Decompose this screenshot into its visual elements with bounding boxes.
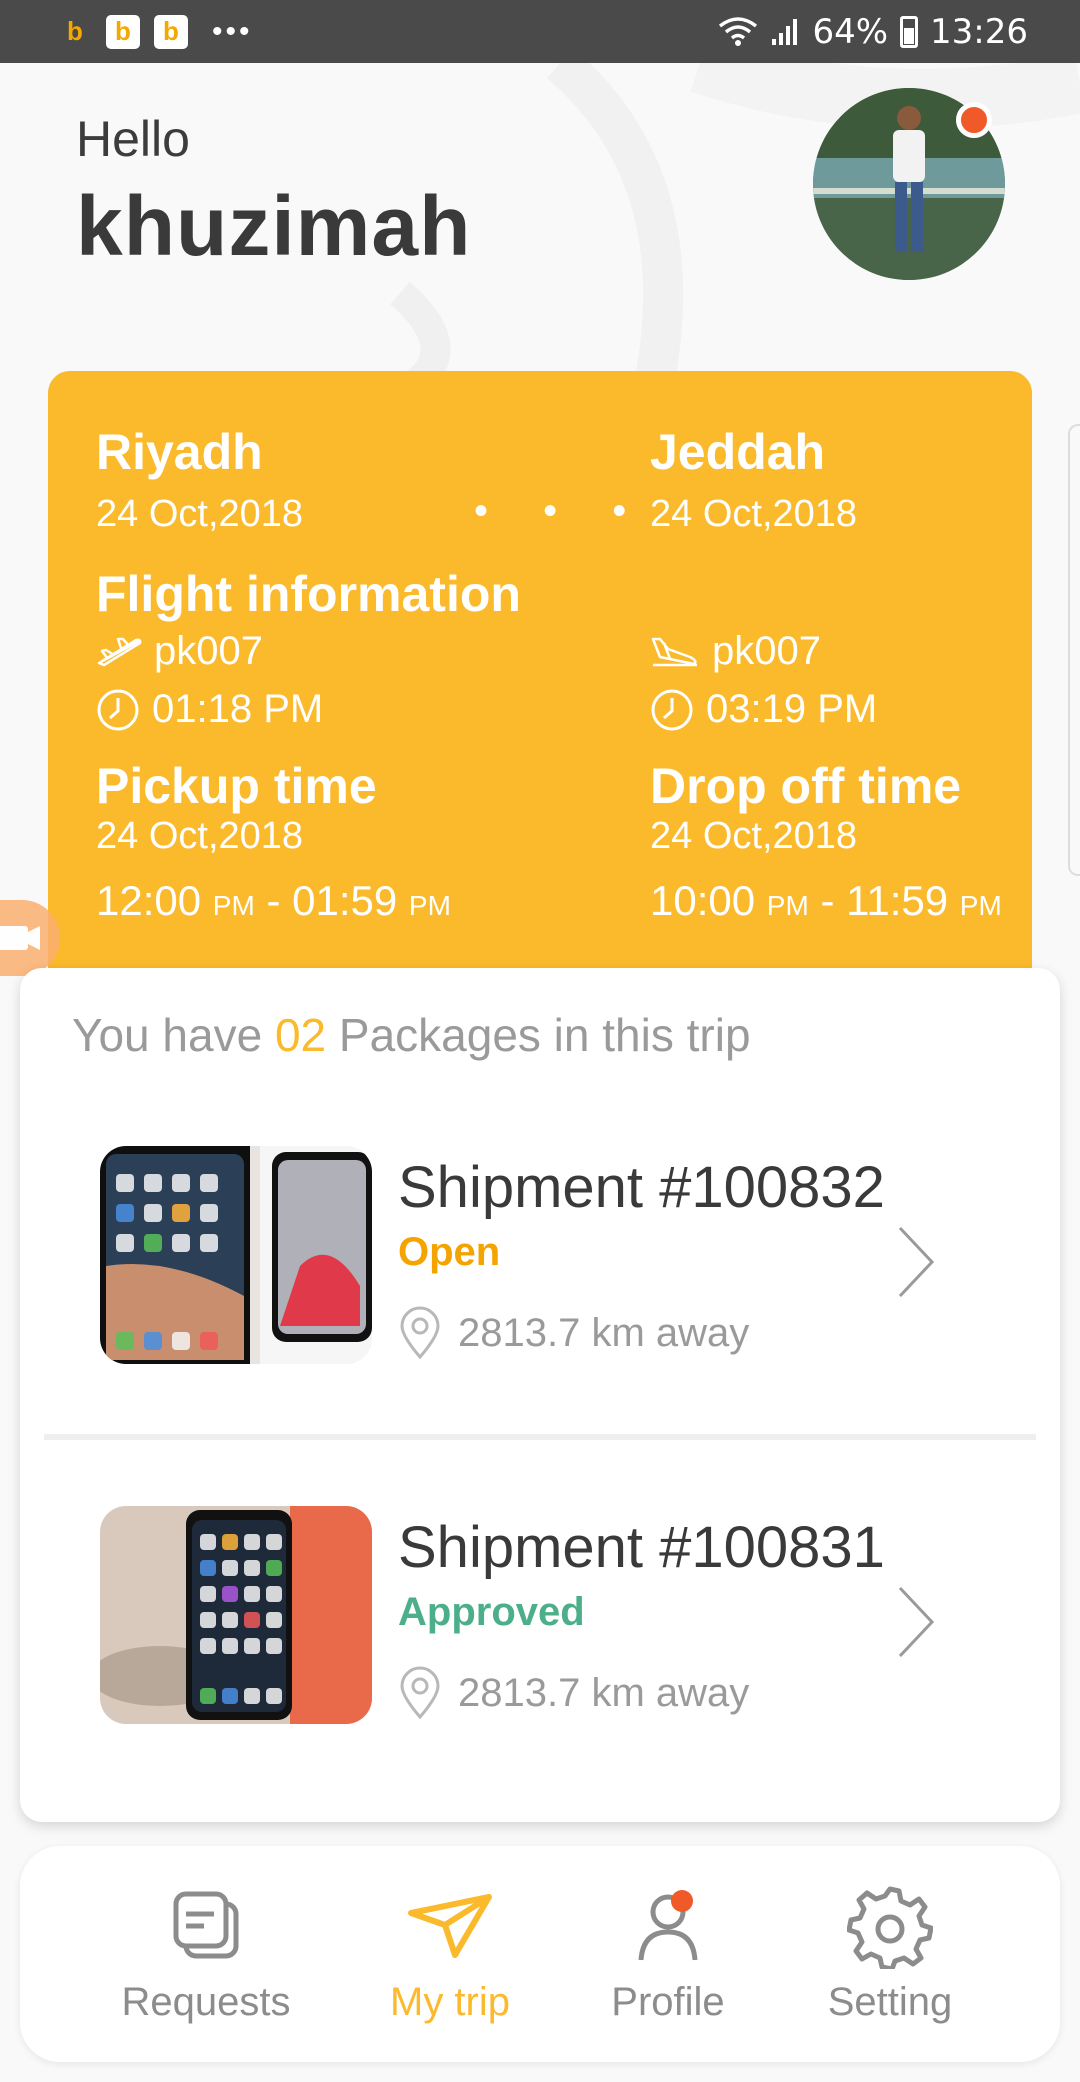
clock: 13:26 [930,11,1028,52]
nav-label: Setting [827,1980,953,2024]
dropoff-start-ampm: PM [766,890,809,921]
pickup-start: 12:00 [96,877,202,924]
package-count: 02 [274,1009,327,1061]
range-separator: - [808,877,847,924]
notification-icons: b b b ••• [58,14,253,49]
plane-takeoff-icon [97,637,142,666]
app-notification-icon: b [67,16,83,46]
battery-percent: 64% [812,11,889,52]
username-text: khuzimah [76,179,472,273]
dropoff-end-ampm: PM [959,890,1002,921]
divider [44,1434,1036,1440]
flight-number-text: pk007 [712,629,821,673]
notification-dot [956,102,992,138]
shipment-status: Approved [398,1590,585,1634]
shipment-thumbnail [100,1506,372,1724]
destination-city: Jeddah [650,424,826,480]
summary-prefix: You have [72,1009,263,1061]
nav-label: My trip [390,1980,510,2024]
origin-city: Riyadh [96,424,263,480]
range-separator: - [254,877,293,924]
chevron-right-icon[interactable] [890,1582,940,1662]
pickup-time-heading: Pickup time [96,758,377,814]
origin-date: 24 Oct,2018 [96,493,304,535]
pickup-end-ampm: PM [408,890,451,921]
app-notification-icon: b [106,14,140,49]
phone-product-image [100,1506,372,1724]
distance-text: 2813.7 km away [458,1310,750,1355]
route-dots: • • • [474,489,649,533]
requests-icon [173,1891,239,1959]
destination-flight-number: pk007 [650,629,821,674]
chevron-right-icon[interactable] [890,1222,940,1302]
flight-time-text: 01:18 PM [152,687,324,731]
summary-suffix: Packages in this trip [338,1009,751,1061]
destination-date: 24 Oct,2018 [650,493,858,535]
greeting-text: Hello [76,111,190,167]
packages-summary: You have 02 Packages in this trip [72,1008,751,1062]
pickup-start-ampm: PM [212,890,255,921]
wifi-icon [719,16,758,46]
dropoff-time-heading: Drop off time [650,758,962,814]
dropoff-start: 10:00 [650,877,756,924]
system-status: 64% 13:26 [718,12,1028,52]
app-notification-icon: b [154,14,188,49]
status-bar: b b b ••• 64% 13:26 [0,0,1080,63]
video-camera-icon [0,926,40,950]
origin-flight-number: pk007 [96,629,263,674]
flight-info-heading: Flight information [96,566,521,622]
pickup-time-range: 12:00 PM - 01:59 PM [96,877,451,925]
battery-icon [900,15,919,48]
signal-icon [772,18,798,45]
shipment-row[interactable]: Shipment #100831 Approved 2813.7 km away [0,1506,1080,1726]
plane-landing-icon [651,637,697,666]
location-pin-icon [400,1666,440,1720]
location-pin-icon [400,1306,440,1360]
nav-requests[interactable]: Requests [106,1884,306,2025]
trip-card[interactable]: Riyadh 24 Oct,2018 • • • Jeddah 24 Oct,2… [48,371,1032,1011]
shipment-thumbnail [100,1146,372,1364]
destination-flight-time: 03:19 PM [650,687,877,732]
clock-icon [97,689,139,730]
nav-label: Requests [121,1980,291,2024]
shipment-distance: 2813.7 km away [398,1306,749,1360]
nav-profile[interactable]: Profile [568,1884,768,2025]
pickup-end: 01:59 [292,877,398,924]
dropoff-end: 11:59 [846,877,949,924]
shipment-name: Shipment #100831 [398,1515,885,1580]
shipment-row[interactable]: Shipment #100832 Open 2813.7 km away [0,1146,1080,1366]
phone-product-image [100,1146,372,1364]
pickup-date: 24 Oct,2018 [96,815,304,857]
send-plane-icon [408,1894,492,1958]
dropoff-time-range: 10:00 PM - 11:59 PM [650,877,1002,925]
nav-label: Profile [611,1980,725,2024]
flight-time-text: 03:19 PM [706,687,878,731]
dropoff-date: 24 Oct,2018 [650,815,858,857]
origin-flight-time: 01:18 PM [96,687,323,732]
gear-icon [847,1886,933,1969]
nav-setting[interactable]: Setting [790,1884,990,2025]
nav-my-trip[interactable]: My trip [350,1884,550,2025]
side-scroll-handle[interactable] [1068,424,1080,876]
profile-notification-dot [671,1890,693,1912]
clock-icon [651,689,693,730]
more-notifications-icon: ••• [212,14,253,48]
shipment-name: Shipment #100832 [398,1155,885,1220]
shipment-distance: 2813.7 km away [398,1666,749,1720]
distance-text: 2813.7 km away [458,1670,750,1715]
flight-number-text: pk007 [154,629,263,673]
shipment-status: Open [398,1230,501,1274]
